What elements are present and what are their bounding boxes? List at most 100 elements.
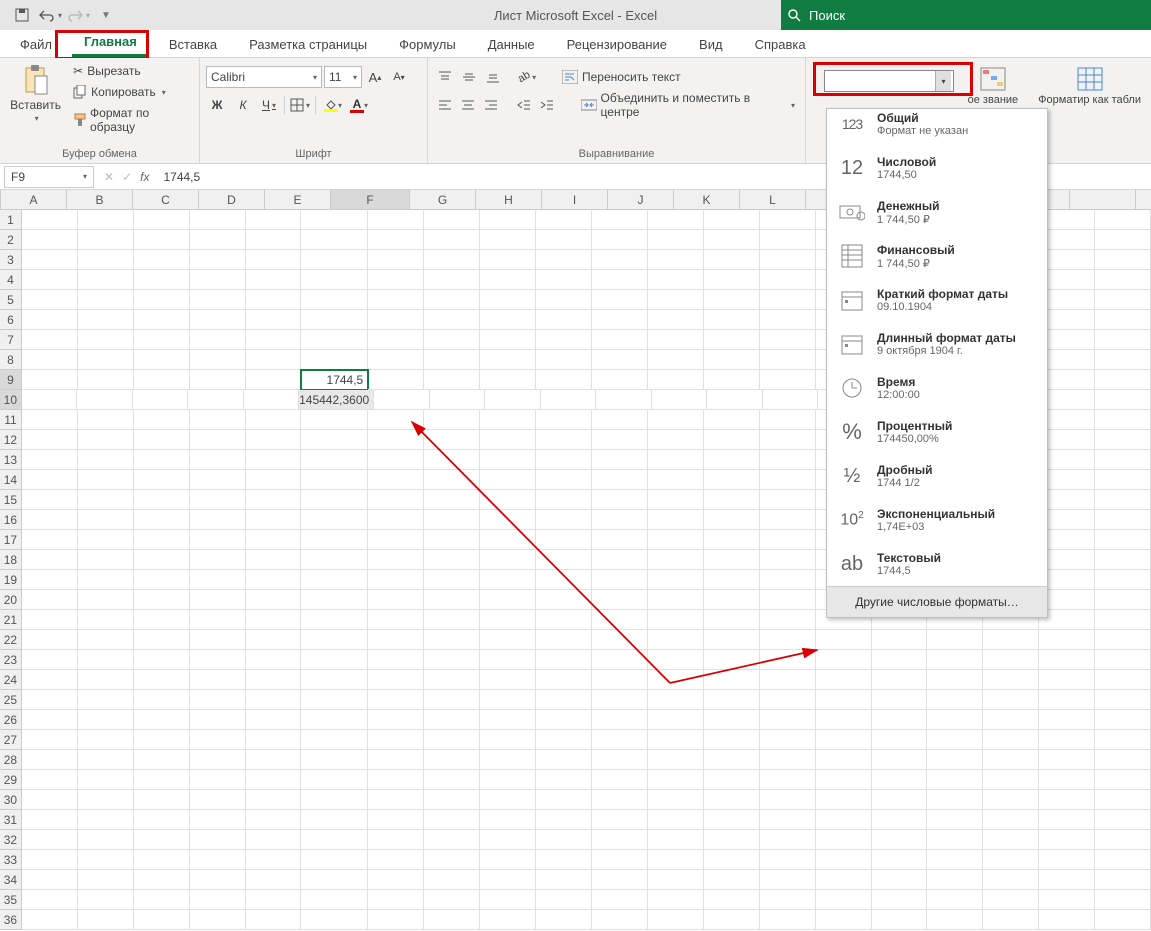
cell[interactable] [760,850,816,870]
cell[interactable] [760,470,816,490]
cell[interactable] [22,270,78,290]
conditional-format-button[interactable]: ое звание [962,64,1025,108]
cell[interactable] [760,410,816,430]
cell[interactable] [704,730,760,750]
cell[interactable] [424,550,480,570]
cell[interactable] [368,370,424,390]
cell[interactable] [704,490,760,510]
cell[interactable] [301,210,368,230]
cell[interactable] [536,910,592,930]
cell[interactable] [78,850,134,870]
cell[interactable] [704,670,760,690]
cell[interactable] [1039,830,1095,850]
cell[interactable] [246,690,302,710]
cell[interactable] [592,430,648,450]
cell[interactable] [480,450,536,470]
cell[interactable] [368,610,424,630]
cell[interactable] [1095,810,1151,830]
cell[interactable] [246,450,302,470]
cell[interactable] [1039,790,1095,810]
col-header[interactable] [1136,190,1151,209]
align-bottom-button[interactable] [482,66,504,88]
cell[interactable] [22,330,78,350]
search-box[interactable]: Поиск [781,0,1151,30]
cell[interactable] [78,230,134,250]
cell[interactable] [704,350,760,370]
cell[interactable] [760,550,816,570]
align-middle-button[interactable] [458,66,480,88]
cell[interactable] [648,750,704,770]
cell[interactable] [1095,570,1151,590]
cell[interactable] [134,410,190,430]
cell[interactable] [190,770,246,790]
cell[interactable] [592,710,648,730]
cell[interactable] [760,330,816,350]
cell[interactable] [592,730,648,750]
cell[interactable] [648,690,704,710]
cell[interactable] [760,270,816,290]
cell[interactable] [485,390,540,410]
cell[interactable] [190,270,246,290]
format-option-3[interactable]: Финансовый1 744,50 ₽ [827,234,1047,278]
cell[interactable] [22,350,78,370]
cell[interactable] [592,230,648,250]
row-header[interactable]: 17 [0,530,22,550]
cell[interactable] [246,490,302,510]
cell[interactable] [760,910,816,930]
cell[interactable] [648,910,704,930]
cell[interactable] [22,850,78,870]
cell[interactable] [1039,870,1095,890]
cell[interactable] [536,670,592,690]
cell[interactable] [190,230,246,250]
cell[interactable] [704,310,760,330]
align-top-button[interactable] [434,66,456,88]
cell[interactable] [134,650,190,670]
row-header[interactable]: 12 [0,430,22,450]
cell[interactable] [301,510,368,530]
cell[interactable] [424,430,480,450]
cell[interactable] [1095,630,1151,650]
cell[interactable] [536,650,592,670]
cell[interactable] [648,630,704,650]
row-header[interactable]: 8 [0,350,22,370]
cell[interactable] [246,350,302,370]
row-header[interactable]: 32 [0,830,22,850]
font-color-button[interactable]: А▾ [346,94,368,116]
cell[interactable] [760,370,816,390]
format-option-10[interactable]: abТекстовый1744,5 [827,542,1047,586]
align-right-button[interactable] [480,94,501,116]
cell[interactable] [927,890,983,910]
cell[interactable] [648,710,704,730]
cell[interactable] [246,430,302,450]
cell[interactable] [424,690,480,710]
undo-button[interactable]: ▾ [36,1,64,29]
col-header[interactable] [1070,190,1136,209]
cell[interactable] [704,650,760,670]
col-header[interactable]: E [265,190,331,209]
cell[interactable] [927,870,983,890]
cell[interactable] [78,570,134,590]
cell[interactable] [983,690,1039,710]
cell[interactable] [1095,350,1151,370]
increase-indent-button[interactable] [537,94,558,116]
cell[interactable] [760,770,816,790]
cell[interactable] [1095,250,1151,270]
cell[interactable] [592,630,648,650]
cell[interactable] [704,910,760,930]
format-option-1[interactable]: 12Числовой1744,50 [827,146,1047,190]
cell[interactable] [480,870,536,890]
cell[interactable] [760,210,816,230]
cell[interactable] [78,710,134,730]
cell[interactable] [816,670,872,690]
cell[interactable] [22,290,78,310]
cell[interactable] [760,650,816,670]
cell[interactable] [592,910,648,930]
increase-font-button[interactable]: A▴ [364,66,386,88]
cell[interactable] [424,630,480,650]
cell[interactable] [424,470,480,490]
cell[interactable] [816,690,872,710]
cell[interactable] [134,770,190,790]
cell[interactable] [983,710,1039,730]
cell[interactable] [480,210,536,230]
cell[interactable] [301,450,368,470]
